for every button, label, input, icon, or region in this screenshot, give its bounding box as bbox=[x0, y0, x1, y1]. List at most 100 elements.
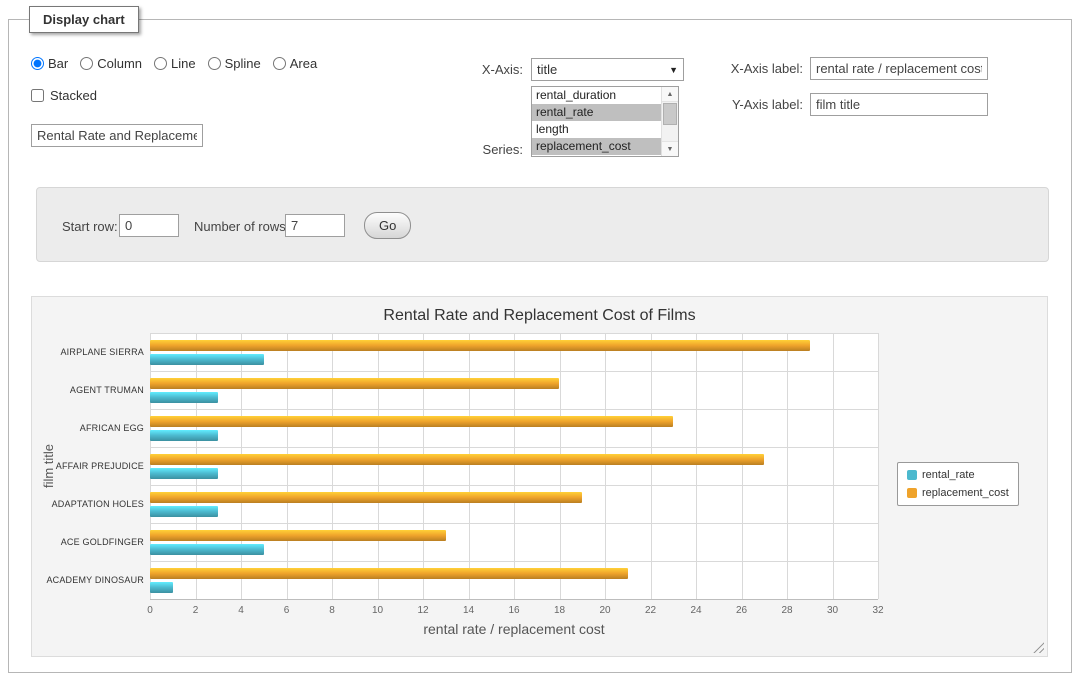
scroll-up-icon[interactable]: ▲ bbox=[662, 87, 678, 102]
gridline bbox=[423, 333, 424, 599]
bar-replacement_cost[interactable] bbox=[150, 416, 673, 427]
x-tick-label: 6 bbox=[284, 605, 290, 616]
category-label: ACE GOLDFINGER bbox=[32, 537, 144, 547]
chart-type-option-area[interactable]: Area bbox=[273, 56, 317, 71]
row-range-panel: Start row: Number of rows: Go bbox=[36, 187, 1049, 262]
gridline bbox=[514, 333, 515, 599]
x-axis-label-field-label: X-Axis label: bbox=[709, 61, 803, 76]
gridline bbox=[150, 599, 878, 600]
x-tick-label: 0 bbox=[147, 605, 153, 616]
gridline bbox=[150, 561, 878, 562]
resize-handle-icon[interactable] bbox=[1033, 642, 1044, 653]
x-axis-label-input[interactable] bbox=[810, 57, 988, 80]
stacked-checkbox[interactable] bbox=[31, 89, 44, 102]
bar-replacement_cost[interactable] bbox=[150, 340, 810, 351]
x-tick-label: 18 bbox=[554, 605, 565, 616]
y-axis-label-input[interactable] bbox=[810, 93, 988, 116]
gridline bbox=[150, 447, 878, 448]
x-tick-label: 28 bbox=[781, 605, 792, 616]
bar-replacement_cost[interactable] bbox=[150, 492, 582, 503]
listbox-scrollbar[interactable]: ▲ ▼ bbox=[661, 87, 678, 156]
radio-line[interactable] bbox=[154, 57, 167, 70]
bar-rental_rate[interactable] bbox=[150, 582, 173, 593]
gridline bbox=[150, 409, 878, 410]
bar-replacement_cost[interactable] bbox=[150, 454, 764, 465]
gridline bbox=[833, 333, 834, 599]
legend-swatch-icon bbox=[907, 470, 917, 480]
y-axis-label-field-label: Y-Axis label: bbox=[709, 97, 803, 112]
legend-item-replacement_cost[interactable]: replacement_cost bbox=[907, 487, 1009, 499]
scrollbar-thumb[interactable] bbox=[663, 103, 677, 125]
gridline bbox=[378, 333, 379, 599]
x-tick-label: 4 bbox=[238, 605, 244, 616]
chart-container: Rental Rate and Replacement Cost of Film… bbox=[31, 296, 1048, 657]
gridline bbox=[787, 333, 788, 599]
radio-area[interactable] bbox=[273, 57, 286, 70]
chart-type-radio-group: Bar Column Line Spline Area bbox=[31, 56, 317, 71]
category-label: ADAPTATION HOLES bbox=[32, 499, 144, 509]
bar-replacement_cost[interactable] bbox=[150, 378, 559, 389]
bar-rental_rate[interactable] bbox=[150, 506, 218, 517]
gridline bbox=[696, 333, 697, 599]
bar-rental_rate[interactable] bbox=[150, 430, 218, 441]
x-axis-title: rental rate / replacement cost bbox=[150, 621, 878, 637]
start-row-input[interactable] bbox=[119, 214, 179, 237]
category-label: ACADEMY DINOSAUR bbox=[32, 575, 144, 585]
radio-label: Bar bbox=[48, 56, 68, 71]
legend-item-rental_rate[interactable]: rental_rate bbox=[907, 469, 1009, 481]
x-axis-selected-value: title bbox=[537, 62, 669, 77]
category-label: AGENT TRUMAN bbox=[32, 385, 144, 395]
category-label: AFRICAN EGG bbox=[32, 423, 144, 433]
x-tick-label: 8 bbox=[329, 605, 335, 616]
gridline bbox=[878, 333, 879, 599]
chart-type-option-spline[interactable]: Spline bbox=[208, 56, 261, 71]
display-chart-panel: Display chart BarColumnLineSplineArea St… bbox=[8, 19, 1072, 673]
chart-title-input[interactable] bbox=[31, 124, 203, 147]
x-tick-label: 32 bbox=[872, 605, 883, 616]
gridline bbox=[560, 333, 561, 599]
x-tick-label: 24 bbox=[690, 605, 701, 616]
gridline bbox=[150, 523, 878, 524]
radio-label: Column bbox=[97, 56, 142, 71]
bar-rental_rate[interactable] bbox=[150, 544, 264, 555]
dropdown-arrow-icon: ▼ bbox=[669, 65, 678, 75]
series-option-length[interactable]: length bbox=[532, 121, 661, 138]
stacked-checkbox-row[interactable]: Stacked bbox=[31, 88, 97, 103]
gridline bbox=[332, 333, 333, 599]
chart-type-option-bar[interactable]: Bar bbox=[31, 56, 68, 71]
gridline bbox=[241, 333, 242, 599]
x-axis-select[interactable]: title ▼ bbox=[531, 58, 684, 81]
x-axis-label-text: X-Axis: bbox=[439, 62, 523, 77]
num-rows-label: Number of rows: bbox=[194, 219, 289, 234]
series-label-text: Series: bbox=[439, 142, 523, 157]
series-option-rental_rate[interactable]: rental_rate bbox=[532, 104, 661, 121]
radio-spline[interactable] bbox=[208, 57, 221, 70]
num-rows-input[interactable] bbox=[285, 214, 345, 237]
x-tick-label: 14 bbox=[463, 605, 474, 616]
legend-swatch-icon bbox=[907, 488, 917, 498]
x-tick-label: 10 bbox=[372, 605, 383, 616]
x-tick-label: 22 bbox=[645, 605, 656, 616]
gridline bbox=[150, 333, 878, 334]
radio-bar[interactable] bbox=[31, 57, 44, 70]
radio-label: Line bbox=[171, 56, 196, 71]
scroll-down-icon[interactable]: ▼ bbox=[662, 141, 678, 156]
chart-title: Rental Rate and Replacement Cost of Film… bbox=[32, 307, 1047, 325]
chart-type-option-line[interactable]: Line bbox=[154, 56, 196, 71]
series-option-replacement_cost[interactable]: replacement_cost bbox=[532, 138, 661, 155]
bar-rental_rate[interactable] bbox=[150, 354, 264, 365]
go-button[interactable]: Go bbox=[364, 212, 411, 239]
category-label: AIRPLANE SIERRA bbox=[32, 347, 144, 357]
plot-area bbox=[150, 333, 878, 599]
bar-replacement_cost[interactable] bbox=[150, 568, 628, 579]
bar-replacement_cost[interactable] bbox=[150, 530, 446, 541]
series-listbox[interactable]: rental_durationrental_ratelengthreplacem… bbox=[531, 86, 679, 157]
bar-rental_rate[interactable] bbox=[150, 468, 218, 479]
bar-rental_rate[interactable] bbox=[150, 392, 218, 403]
series-option-rental_duration[interactable]: rental_duration bbox=[532, 87, 661, 104]
gridline bbox=[150, 371, 878, 372]
radio-column[interactable] bbox=[80, 57, 93, 70]
x-tick-label: 26 bbox=[736, 605, 747, 616]
chart-type-option-column[interactable]: Column bbox=[80, 56, 142, 71]
x-tick-label: 16 bbox=[508, 605, 519, 616]
